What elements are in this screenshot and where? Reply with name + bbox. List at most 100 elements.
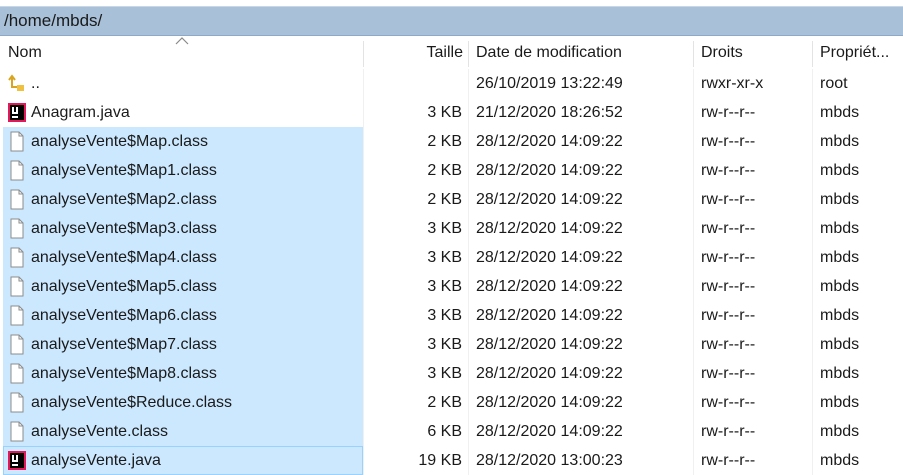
file-row[interactable]: analyseVente$Map8.class 3 KB 28/12/2020 14… xyxy=(0,359,903,388)
file-owner: mbds xyxy=(820,220,860,237)
intellij-icon xyxy=(7,450,27,471)
file-size: 3 KB xyxy=(427,278,462,295)
file-size: 6 KB xyxy=(427,423,462,440)
file-row[interactable]: analyseVente$Map.class 2 KB 28/12/2020 14:… xyxy=(0,127,903,156)
column-divider[interactable] xyxy=(363,41,364,67)
file-row[interactable]: analyseVente$Map7.class 3 KB 28/12/2020 14… xyxy=(0,330,903,359)
file-owner: mbds xyxy=(820,365,860,382)
column-header-rights[interactable]: Droits xyxy=(701,37,743,69)
file-row[interactable]: analyseVente$Reduce.class 2 KB 28/12/2020 … xyxy=(0,388,903,417)
file-rights: rw-r--r-- xyxy=(701,104,756,121)
file-size: 3 KB xyxy=(427,307,462,324)
column-divider[interactable] xyxy=(812,41,813,67)
file-icon xyxy=(7,363,27,384)
file-name: analyseVente$Map1.class xyxy=(31,162,217,179)
file-icon xyxy=(7,189,27,210)
file-size: 3 KB xyxy=(427,336,462,353)
file-size: 19 KB xyxy=(418,452,462,469)
file-owner: mbds xyxy=(820,249,860,266)
file-icon xyxy=(7,276,27,297)
file-date: 28/12/2020 14:09:22 xyxy=(476,191,623,208)
file-date: 28/12/2020 14:09:22 xyxy=(476,307,623,324)
intellij-icon xyxy=(7,102,27,123)
file-owner: mbds xyxy=(820,278,860,295)
file-rights: rw-r--r-- xyxy=(701,278,756,295)
file-date: 26/10/2019 13:22:49 xyxy=(476,75,623,92)
file-date: 28/12/2020 14:09:22 xyxy=(476,336,623,353)
column-header-owner[interactable]: Propriét... xyxy=(820,37,889,69)
file-rights: rw-r--r-- xyxy=(701,191,756,208)
file-icon xyxy=(7,131,27,152)
file-owner: mbds xyxy=(820,133,860,150)
path-bar-background: /home/mbds/ xyxy=(0,6,903,36)
column-divider[interactable] xyxy=(693,41,694,67)
file-name: analyseVente$Map2.class xyxy=(31,191,217,208)
file-name: analyseVente$Map.class xyxy=(31,133,208,150)
file-date: 28/12/2020 14:09:22 xyxy=(476,278,623,295)
column-header-size[interactable]: Taille xyxy=(427,37,463,69)
file-name: analyseVente$Map8.class xyxy=(31,365,217,382)
file-owner: mbds xyxy=(820,394,860,411)
file-name: analyseVente.java xyxy=(31,452,161,469)
file-row[interactable]: analyseVente.class 6 KB 28/12/2020 14:09:2… xyxy=(0,417,903,446)
file-name: analyseVente$Map4.class xyxy=(31,249,217,266)
column-header: Nom Taille Date de modification Droits P… xyxy=(0,37,903,69)
file-row[interactable]: analyseVente$Map5.class 3 KB 28/12/2020 14… xyxy=(0,272,903,301)
file-name: analyseVente.class xyxy=(31,423,168,440)
column-header-name[interactable]: Nom xyxy=(8,37,42,69)
path-bar: /home/mbds/ xyxy=(0,0,903,36)
file-row[interactable]: Anagram.java 3 KB 21/12/2020 18:26:52 rw-r-… xyxy=(0,98,903,127)
file-size: 3 KB xyxy=(427,365,462,382)
file-date: 28/12/2020 14:09:22 xyxy=(476,423,623,440)
column-divider[interactable] xyxy=(468,41,469,67)
file-rights: rw-r--r-- xyxy=(701,452,756,469)
file-row[interactable]: analyseVente$Map3.class 3 KB 28/12/2020 14… xyxy=(0,214,903,243)
file-rights: rw-r--r-- xyxy=(701,133,756,150)
file-rights: rwxr-xr-x xyxy=(701,75,764,92)
sort-ascending-icon xyxy=(175,37,189,45)
file-icon xyxy=(7,305,27,326)
current-path[interactable]: /home/mbds/ xyxy=(4,11,102,31)
file-rights: rw-r--r-- xyxy=(701,336,756,353)
file-row[interactable]: analyseVente.java 19 KB 28/12/2020 13:00:2… xyxy=(0,446,903,475)
file-owner: mbds xyxy=(820,452,860,469)
file-row[interactable]: analyseVente$Map6.class 3 KB 28/12/2020 14… xyxy=(0,301,903,330)
file-rights: rw-r--r-- xyxy=(701,162,756,179)
file-owner: mbds xyxy=(820,162,860,179)
file-size: 2 KB xyxy=(427,394,462,411)
file-size: 3 KB xyxy=(427,249,462,266)
file-rights: rw-r--r-- xyxy=(701,220,756,237)
file-name: analyseVente$Map5.class xyxy=(31,278,217,295)
file-size: 2 KB xyxy=(427,191,462,208)
file-row[interactable]: .. 26/10/2019 13:22:49 rwxr-xr-x root xyxy=(0,69,903,98)
file-size: 2 KB xyxy=(427,133,462,150)
file-row[interactable]: analyseVente$Map1.class 2 KB 28/12/2020 14… xyxy=(0,156,903,185)
file-icon xyxy=(7,421,27,442)
file-owner: mbds xyxy=(820,336,860,353)
file-owner: mbds xyxy=(820,423,860,440)
file-name: analyseVente$Map7.class xyxy=(31,336,217,353)
file-date: 28/12/2020 14:09:22 xyxy=(476,162,623,179)
file-date: 28/12/2020 13:00:23 xyxy=(476,452,623,469)
file-name: analyseVente$Map6.class xyxy=(31,307,217,324)
column-header-date[interactable]: Date de modification xyxy=(476,37,622,69)
file-owner: mbds xyxy=(820,191,860,208)
file-name: analyseVente$Reduce.class xyxy=(31,394,233,411)
file-size: 3 KB xyxy=(427,104,462,121)
parent-folder-icon xyxy=(7,73,27,94)
file-rights: rw-r--r-- xyxy=(701,423,756,440)
file-owner: mbds xyxy=(820,307,860,324)
file-date: 28/12/2020 14:09:22 xyxy=(476,394,623,411)
file-row[interactable]: analyseVente$Map4.class 3 KB 28/12/2020 14… xyxy=(0,243,903,272)
file-rights: rw-r--r-- xyxy=(701,394,756,411)
file-rights: rw-r--r-- xyxy=(701,307,756,324)
file-row[interactable]: analyseVente$Map2.class 2 KB 28/12/2020 14… xyxy=(0,185,903,214)
file-date: 28/12/2020 14:09:22 xyxy=(476,249,623,266)
file-icon xyxy=(7,334,27,355)
file-name: Anagram.java xyxy=(31,104,130,121)
file-date: 28/12/2020 14:09:22 xyxy=(476,220,623,237)
file-icon xyxy=(7,392,27,413)
file-rights: rw-r--r-- xyxy=(701,365,756,382)
file-date: 28/12/2020 14:09:22 xyxy=(476,365,623,382)
file-name: analyseVente$Map3.class xyxy=(31,220,217,237)
